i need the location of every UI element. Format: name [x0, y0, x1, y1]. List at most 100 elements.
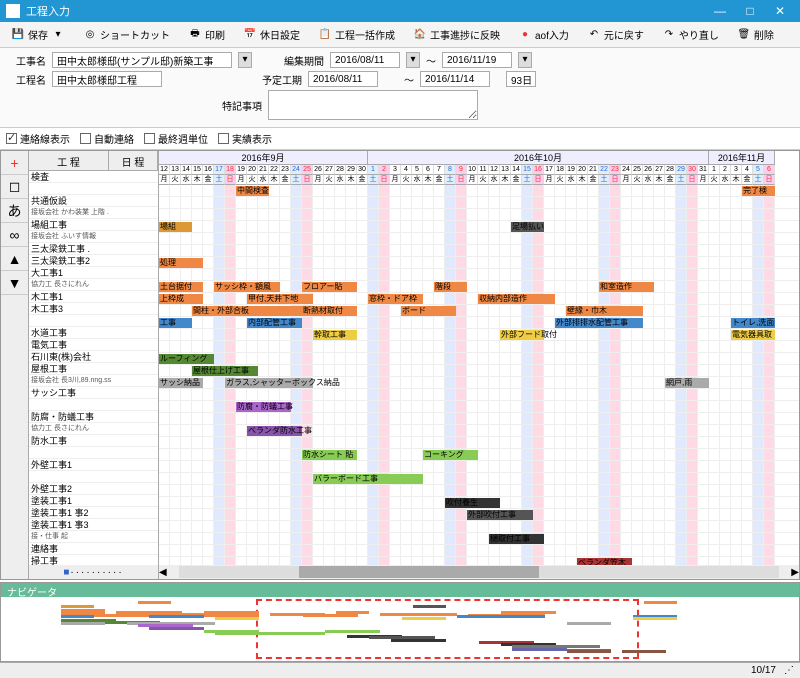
gantt-bar[interactable]: 樋取付工事 [489, 534, 544, 544]
gantt-bar[interactable]: 断熱材取付 [302, 306, 357, 316]
task-row[interactable]: 外壁工事2 [29, 483, 158, 495]
gantt-bar[interactable]: コーキング [423, 450, 478, 460]
task-row[interactable] [29, 399, 158, 411]
gantt-bar[interactable]: 吹付養生 [445, 498, 500, 508]
task-row[interactable] [29, 315, 158, 327]
gantt-bar[interactable]: トイレ,洗面 [731, 318, 775, 328]
plan-to-field[interactable] [420, 71, 490, 87]
add-process-button[interactable]: + [1, 151, 28, 175]
navigator-body[interactable] [1, 597, 799, 661]
holiday-button[interactable]: 📅休日設定 [236, 24, 307, 45]
col-process[interactable]: 工 程 [29, 151, 109, 170]
move-down-button[interactable]: ▼ [1, 271, 28, 295]
task-row[interactable]: 三太梁鉄工事2 [29, 255, 158, 267]
gantt-bar[interactable]: 外部吹付工事 [467, 510, 533, 520]
gantt-bar[interactable]: サッシ枠・額風 [214, 282, 280, 292]
gantt-bar[interactable]: ベランダ防水工事 [247, 426, 302, 436]
col-schedule[interactable]: 日 程 [109, 151, 158, 170]
task-row[interactable]: 木工事1 [29, 291, 158, 303]
task-row[interactable]: 共通仮設 [29, 195, 158, 207]
plan-from-field[interactable] [308, 71, 378, 87]
task-row[interactable]: 石川東(株)会社 [29, 351, 158, 363]
gantt-bar[interactable]: 上枠成 [159, 294, 203, 304]
gantt-bar[interactable]: 甲付,天井下地 [247, 294, 313, 304]
edit-from-dropdown[interactable]: ▾ [406, 52, 420, 68]
task-row[interactable]: 検査 [29, 171, 158, 183]
task-row[interactable]: 掃工事 [29, 555, 158, 565]
gantt-bar[interactable]: 壁縁・巾木 [566, 306, 643, 316]
gantt-chart[interactable]: 2016年9月2016年10月2016年11月 1213141516171819… [159, 151, 799, 579]
gantt-hscrollbar[interactable]: ◀▶ [159, 565, 799, 579]
task-row[interactable] [29, 471, 158, 483]
aof-button[interactable]: ●aof入力 [511, 24, 576, 45]
task-row[interactable]: 接坂会社 かわ装業 上階 . [29, 207, 158, 219]
opt-linkline[interactable]: 連絡線表示 [6, 131, 70, 146]
task-row[interactable]: 塗装工事1 事2 [29, 507, 158, 519]
gantt-bar[interactable]: 工事 [159, 318, 192, 328]
link-tool[interactable]: ∞ [1, 223, 28, 247]
gantt-bar[interactable]: 防水シート 貼 [302, 450, 357, 460]
task-row[interactable] [29, 447, 158, 459]
task-row[interactable]: 協力工 長さにれん [29, 423, 158, 435]
gantt-bar[interactable]: 外部排排水配管工事 [555, 318, 643, 328]
task-row[interactable]: サッシ工事 [29, 387, 158, 399]
text-tool[interactable]: あ [1, 199, 28, 223]
project-field[interactable] [52, 52, 232, 68]
task-row[interactable]: 防水工事 [29, 435, 158, 447]
gantt-bar[interactable]: 間柱・外部合板 [192, 306, 302, 316]
gantt-bar[interactable]: 処理 [159, 258, 203, 268]
close-button[interactable]: ✕ [766, 2, 794, 20]
gantt-bar[interactable]: ボード [401, 306, 456, 316]
task-row[interactable]: 接・仕事 起 [29, 531, 158, 543]
move-up-button[interactable]: ▲ [1, 247, 28, 271]
task-row[interactable]: 接坂会社 ふいす情報 [29, 231, 158, 243]
gantt-bar[interactable]: 収納内部造作 [478, 294, 555, 304]
edit-to-dropdown[interactable]: ▾ [518, 52, 532, 68]
reflect-button[interactable]: 🏠工事進捗に反映 [406, 24, 507, 45]
task-row[interactable]: 三太梁鉄工事 . [29, 243, 158, 255]
task-row[interactable]: 塗装工事1 事3 [29, 519, 158, 531]
task-row[interactable]: 場組工事 [29, 219, 158, 231]
select-tool[interactable]: ◻ [1, 175, 28, 199]
task-row[interactable]: 屋根工事 [29, 363, 158, 375]
task-row[interactable]: 塗装工事1 [29, 495, 158, 507]
task-row[interactable]: 電気工事 [29, 339, 158, 351]
task-row[interactable]: 協力工 長さにれん [29, 279, 158, 291]
gantt-bar[interactable]: 電気器具取 [731, 330, 775, 340]
gantt-bar[interactable]: 防腐・防蟻工事 [236, 402, 291, 412]
maximize-button[interactable]: □ [736, 2, 764, 20]
gantt-bar[interactable]: ベランダ笠木 [577, 558, 632, 565]
gantt-bar[interactable]: 窓枠・ドア枠 [368, 294, 423, 304]
gantt-bar[interactable]: 完了検 [742, 186, 775, 196]
task-row[interactable]: 防腐・防蟻工事 [29, 411, 158, 423]
gantt-bar[interactable]: 幹取工事 [313, 330, 357, 340]
gantt-bar[interactable]: 土台据付 [159, 282, 203, 292]
task-row[interactable]: 大工事1 [29, 267, 158, 279]
task-row[interactable]: 連絡事 [29, 543, 158, 555]
task-row[interactable]: 接坂会社 長3川,89.nng.ss [29, 375, 158, 387]
resize-grip[interactable]: ⋰ [784, 665, 794, 676]
opt-week[interactable]: 最終週単位 [144, 131, 208, 146]
save-button[interactable]: 💾保存▾ [4, 24, 72, 45]
gantt-bar[interactable]: 網戸,雨 [665, 378, 709, 388]
task-row[interactable]: 外壁工事1 [29, 459, 158, 471]
edit-to-field[interactable] [442, 52, 512, 68]
opt-actual[interactable]: 実績表示 [218, 131, 272, 146]
gantt-bar[interactable]: バラーボード工事 [313, 474, 423, 484]
delete-button[interactable]: 🗑削除 [730, 24, 781, 45]
gantt-bar[interactable]: 場組 [159, 222, 192, 232]
minimize-button[interactable]: — [706, 2, 734, 20]
gantt-bar[interactable]: 階段 [434, 282, 467, 292]
undo-button[interactable]: ↶元に戻す [580, 24, 651, 45]
gantt-bar[interactable]: フロアー貼 [302, 282, 357, 292]
gantt-bar[interactable]: ルーフィング [159, 354, 214, 364]
task-row[interactable]: 木工事3 [29, 303, 158, 315]
gantt-bar[interactable]: 足場払い [511, 222, 544, 232]
gantt-bar[interactable]: ガラス,シャッターボックス納品 [225, 378, 313, 388]
schedule-field[interactable] [52, 71, 162, 87]
print-button[interactable]: 🖶印刷 [181, 24, 232, 45]
task-row[interactable] [29, 183, 158, 195]
task-row[interactable]: 水道工事 [29, 327, 158, 339]
redo-button[interactable]: ↷やり直し [655, 24, 726, 45]
project-dropdown[interactable]: ▾ [238, 52, 252, 68]
